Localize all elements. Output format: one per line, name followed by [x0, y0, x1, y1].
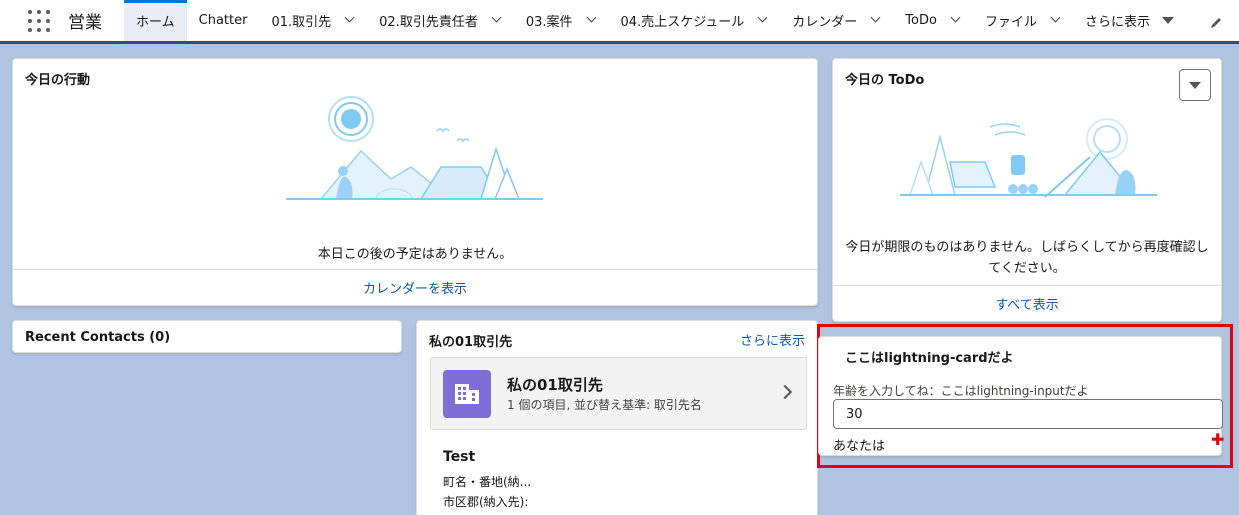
footer-link-label: カレンダーを表示 [362, 282, 467, 297]
related-list-subtitle: 1 個の項目, 並び替え基準: 取引先名 [507, 398, 702, 412]
my-accounts-card: 私の01取引先 さらに表示 私の01取引先 1 個の項目, 並び替え基準: 取引… [416, 320, 818, 515]
empty-state-text: 本日この後の予定はありません。 [317, 247, 513, 262]
tab-home[interactable]: ホーム [124, 0, 187, 41]
todays-events-card: 今日の行動 本日この後の予定はありません。 カレンダーを表示 [12, 58, 818, 306]
record-name[interactable]: Test [443, 449, 475, 465]
tab-files[interactable]: ファイル [973, 0, 1073, 41]
tab-label: さらに表示 [1084, 15, 1150, 30]
picnic-illustration [900, 118, 1157, 198]
todays-todo-card: 今日の ToDo 今日が期限のものはありません。しばらくしてから再度確認し てく… [832, 58, 1222, 322]
view-all-link[interactable]: すべて表示 [833, 285, 1221, 321]
output-text: あなたは [833, 439, 886, 454]
tab-opportunities[interactable]: 03.案件 [514, 0, 609, 41]
tab-sales-schedule[interactable]: 04.売上スケジュール [609, 0, 781, 41]
card-title: 今日の行動 [25, 73, 91, 88]
chevron-down-icon[interactable] [758, 14, 768, 24]
chevron-down-icon[interactable] [951, 14, 961, 24]
tab-contacts[interactable]: 02.取引先責任者 [367, 0, 514, 41]
view-calendar-link[interactable]: カレンダーを表示 [13, 269, 817, 305]
lightning-card: ここはlightning-cardだよ 年齢を入力してね：ここはlightnin… [818, 336, 1223, 456]
chevron-down-icon[interactable] [587, 14, 597, 24]
tab-label: ホーム [136, 15, 175, 30]
recent-contacts-card: Recent Contacts (0) [12, 320, 402, 353]
tab-chatter[interactable]: Chatter [187, 0, 260, 41]
age-input-label: 年齢を入力してね：ここはlightning-inputだよ [833, 384, 1089, 398]
tab-label: 02.取引先責任者 [379, 15, 478, 30]
pencil-icon[interactable] [1209, 16, 1223, 34]
chevron-down-icon[interactable] [492, 14, 502, 24]
chevron-right-icon [780, 384, 790, 400]
tab-label: Chatter [198, 13, 248, 28]
tab-calendar[interactable]: カレンダー [780, 0, 893, 41]
tab-accounts[interactable]: 01.取引先 [259, 0, 367, 41]
tab-label: 04.売上スケジュール [620, 15, 745, 30]
age-input[interactable] [833, 399, 1223, 429]
related-list-header[interactable]: 私の01取引先 1 個の項目, 並び替え基準: 取引先名 [430, 357, 807, 430]
record-field: 市区郡(納入先): [443, 495, 529, 509]
tab-label: 03.案件 [525, 15, 573, 30]
card-title: Recent Contacts (0) [25, 330, 171, 345]
card-title: 私の01取引先 [429, 335, 513, 350]
record-field: 町名・番地(納... [443, 475, 532, 489]
app-name: 営業 [68, 13, 102, 33]
footer-link-label: すべて表示 [995, 298, 1059, 313]
chevron-down-icon[interactable] [1051, 14, 1061, 24]
app-launcher-icon[interactable] [28, 9, 50, 32]
plus-icon: ✚ [1211, 430, 1225, 449]
card-title: 今日の ToDo [845, 73, 925, 88]
tab-todo[interactable]: ToDo [893, 0, 973, 41]
todo-menu-button[interactable] [1179, 69, 1211, 101]
tab-label: ファイル [984, 15, 1037, 30]
related-list-title: 私の01取引先 [507, 376, 603, 394]
caret-down-icon [1161, 17, 1174, 24]
tab-label: ToDo [905, 13, 937, 28]
card-title: ここはlightning-cardだよ [845, 351, 1014, 366]
chevron-down-icon[interactable] [871, 14, 881, 24]
tab-label: 01.取引先 [271, 15, 332, 30]
tab-more[interactable]: さらに表示 [1073, 0, 1186, 41]
tab-label: カレンダー [792, 15, 858, 30]
show-more-link[interactable]: さらに表示 [740, 330, 805, 349]
camping-illustration [286, 96, 543, 200]
global-nav: 営業 ホーム Chatter 01.取引先 02.取引先責任者 03.案件 04… [0, 0, 1239, 44]
building-icon [443, 370, 491, 418]
empty-state-text: 今日が期限のものはありません。しばらくしてから再度確認し てください。 [845, 240, 1209, 276]
chevron-down-icon[interactable] [345, 14, 355, 24]
